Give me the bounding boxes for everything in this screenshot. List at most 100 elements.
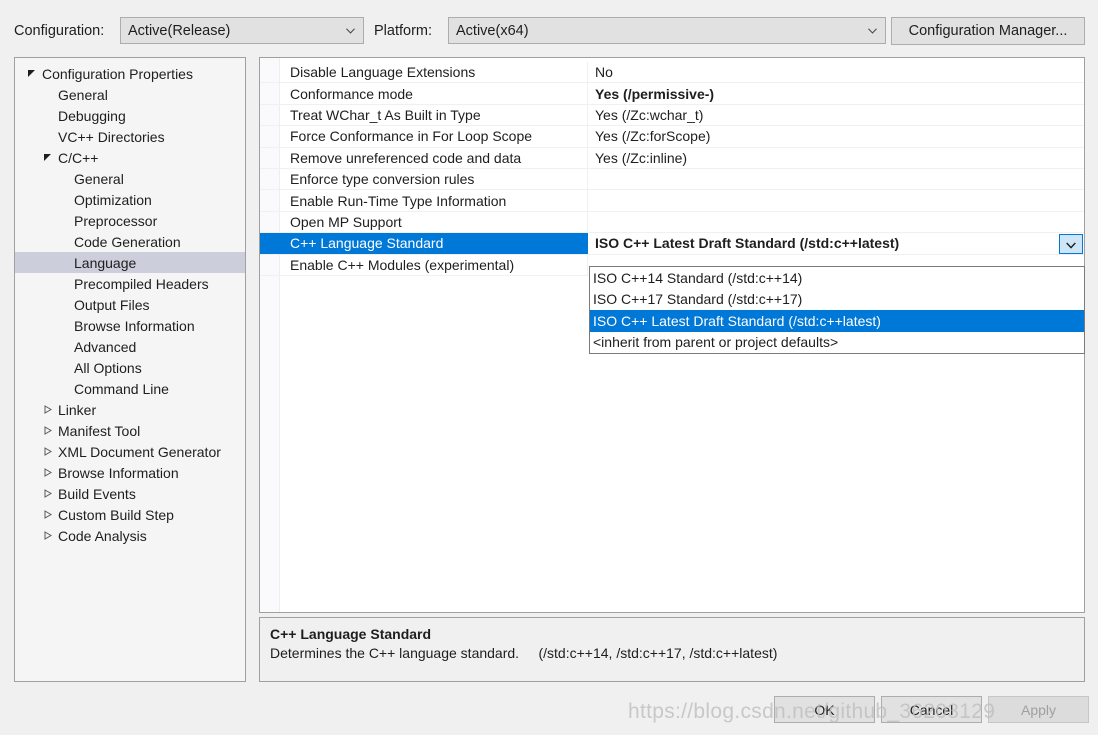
tree-item-label: XML Document Generator — [58, 444, 221, 460]
property-value[interactable]: Yes (/permissive-) — [588, 83, 1084, 103]
property-pages-dialog: Configuration: Active(Release) Platform:… — [0, 0, 1098, 735]
triangle-collapsed-icon[interactable] — [39, 447, 55, 456]
configuration-properties-tree[interactable]: Configuration Properties General Debugging… — [14, 57, 246, 682]
triangle-expanded-icon[interactable] — [23, 69, 39, 78]
dropdown-toggle-button[interactable] — [1059, 234, 1083, 253]
tree-item-browse-information[interactable]: Browse Information — [15, 462, 245, 483]
dropdown-option[interactable]: <inherit from parent or project defaults… — [590, 332, 1084, 354]
platform-label: Platform: — [374, 23, 432, 39]
tree-item-debugging[interactable]: Debugging — [15, 105, 245, 126]
tree-item-code-generation[interactable]: Code Generation — [15, 231, 245, 252]
tree-item-label: Command Line — [74, 381, 169, 397]
property-name: Remove unreferenced code and data — [260, 148, 588, 168]
property-row[interactable]: Remove unreferenced code and dataYes (/Z… — [260, 148, 1084, 169]
dropdown-option[interactable]: ISO C++ Latest Draft Standard (/std:c++l… — [590, 310, 1084, 332]
language-standard-dropdown-list[interactable]: ISO C++14 Standard (/std:c++14)ISO C++17… — [589, 266, 1085, 354]
triangle-expanded-icon[interactable] — [39, 153, 55, 162]
property-name: Disable Language Extensions — [260, 62, 588, 82]
tree-item-c-c[interactable]: C/C++ — [15, 147, 245, 168]
property-description-pane: C++ Language Standard Determines the C++… — [259, 617, 1085, 682]
tree-item-linker[interactable]: Linker — [15, 399, 245, 420]
configuration-combobox[interactable]: Active(Release) — [120, 17, 364, 44]
chevron-down-icon — [868, 28, 877, 34]
tree-item-vc-directories[interactable]: VC++ Directories — [15, 126, 245, 147]
tree-item-manifest-tool[interactable]: Manifest Tool — [15, 420, 245, 441]
tree-item-label: Configuration Properties — [42, 66, 193, 82]
tree-item-language[interactable]: Language — [15, 252, 245, 273]
property-row[interactable]: Conformance modeYes (/permissive-) — [260, 83, 1084, 104]
configuration-manager-button[interactable]: Configuration Manager... — [891, 17, 1085, 45]
property-value[interactable]: ISO C++ Latest Draft Standard (/std:c++l… — [588, 233, 1084, 253]
tree-item-label: Preprocessor — [74, 213, 157, 229]
tree-item-label: Browse Information — [74, 318, 195, 334]
property-name: Conformance mode — [260, 83, 588, 103]
chevron-down-icon — [346, 28, 355, 34]
tree-item-all-options[interactable]: All Options — [15, 357, 245, 378]
tree-item-label: C/C++ — [58, 150, 98, 166]
property-row[interactable]: Enable Run-Time Type Information — [260, 190, 1084, 211]
triangle-collapsed-icon[interactable] — [39, 510, 55, 519]
triangle-collapsed-icon[interactable] — [39, 468, 55, 477]
chevron-down-icon — [1066, 236, 1076, 252]
tree-item-label: Code Generation — [74, 234, 181, 250]
tree-item-label: Manifest Tool — [58, 423, 140, 439]
tree-item-label: General — [58, 87, 108, 103]
cancel-button[interactable]: Cancel — [881, 696, 982, 723]
tree-item-command-line[interactable]: Command Line — [15, 378, 245, 399]
property-name: Enable Run-Time Type Information — [260, 190, 588, 210]
property-value[interactable] — [588, 169, 1084, 189]
property-row[interactable]: Force Conformance in For Loop ScopeYes (… — [260, 126, 1084, 147]
configuration-toolbar: Configuration: Active(Release) Platform:… — [0, 0, 1098, 48]
property-name: Treat WChar_t As Built in Type — [260, 105, 588, 125]
triangle-collapsed-icon[interactable] — [39, 531, 55, 540]
ok-button[interactable]: OK — [774, 696, 875, 723]
dropdown-option[interactable]: ISO C++14 Standard (/std:c++14) — [590, 267, 1084, 289]
property-name: Open MP Support — [260, 212, 588, 232]
tree-item-general[interactable]: General — [15, 168, 245, 189]
property-row[interactable]: Enforce type conversion rules — [260, 169, 1084, 190]
property-row[interactable]: Disable Language ExtensionsNo — [260, 62, 1084, 83]
property-value[interactable] — [588, 190, 1084, 210]
apply-button: Apply — [988, 696, 1089, 723]
tree-item-label: VC++ Directories — [58, 129, 165, 145]
tree-item-precompiled-headers[interactable]: Precompiled Headers — [15, 273, 245, 294]
property-value[interactable]: No — [588, 62, 1084, 82]
tree-item-label: Build Events — [58, 486, 136, 502]
tree-item-label: General — [74, 171, 124, 187]
description-body: Determines the C++ language standard. (/… — [270, 645, 1074, 661]
tree-item-label: Precompiled Headers — [74, 276, 209, 292]
tree-item-label: Linker — [58, 402, 96, 418]
tree-item-label: Browse Information — [58, 465, 179, 481]
configuration-combobox-value: Active(Release) — [128, 23, 230, 39]
property-value[interactable]: Yes (/Zc:wchar_t) — [588, 105, 1084, 125]
triangle-collapsed-icon[interactable] — [39, 426, 55, 435]
tree-item-browse-information[interactable]: Browse Information — [15, 315, 245, 336]
tree-item-advanced[interactable]: Advanced — [15, 336, 245, 357]
tree-item-label: All Options — [74, 360, 142, 376]
triangle-collapsed-icon[interactable] — [39, 489, 55, 498]
tree-item-optimization[interactable]: Optimization — [15, 189, 245, 210]
tree-item-preprocessor[interactable]: Preprocessor — [15, 210, 245, 231]
dropdown-option[interactable]: ISO C++17 Standard (/std:c++17) — [590, 289, 1084, 311]
property-row[interactable]: C++ Language StandardISO C++ Latest Draf… — [260, 233, 1084, 254]
tree-item-build-events[interactable]: Build Events — [15, 483, 245, 504]
dialog-footer: OK Cancel Apply — [0, 696, 1098, 735]
tree-item-label: Custom Build Step — [58, 507, 174, 523]
tree-item-xml-document-generator[interactable]: XML Document Generator — [15, 441, 245, 462]
property-row[interactable]: Treat WChar_t As Built in TypeYes (/Zc:w… — [260, 105, 1084, 126]
property-value[interactable]: Yes (/Zc:inline) — [588, 148, 1084, 168]
property-name: C++ Language Standard — [260, 233, 588, 253]
platform-combobox[interactable]: Active(x64) — [448, 17, 886, 44]
configuration-label: Configuration: — [14, 23, 104, 39]
property-row[interactable]: Open MP Support — [260, 212, 1084, 233]
tree-item-output-files[interactable]: Output Files — [15, 294, 245, 315]
tree-item-label: Optimization — [74, 192, 152, 208]
tree-item-code-analysis[interactable]: Code Analysis — [15, 525, 245, 546]
tree-item-custom-build-step[interactable]: Custom Build Step — [15, 504, 245, 525]
property-value[interactable] — [588, 212, 1084, 232]
property-value[interactable]: Yes (/Zc:forScope) — [588, 126, 1084, 146]
tree-item-general[interactable]: General — [15, 84, 245, 105]
triangle-collapsed-icon[interactable] — [39, 405, 55, 414]
tree-item-configuration-properties[interactable]: Configuration Properties — [15, 63, 245, 84]
property-name: Enforce type conversion rules — [260, 169, 588, 189]
